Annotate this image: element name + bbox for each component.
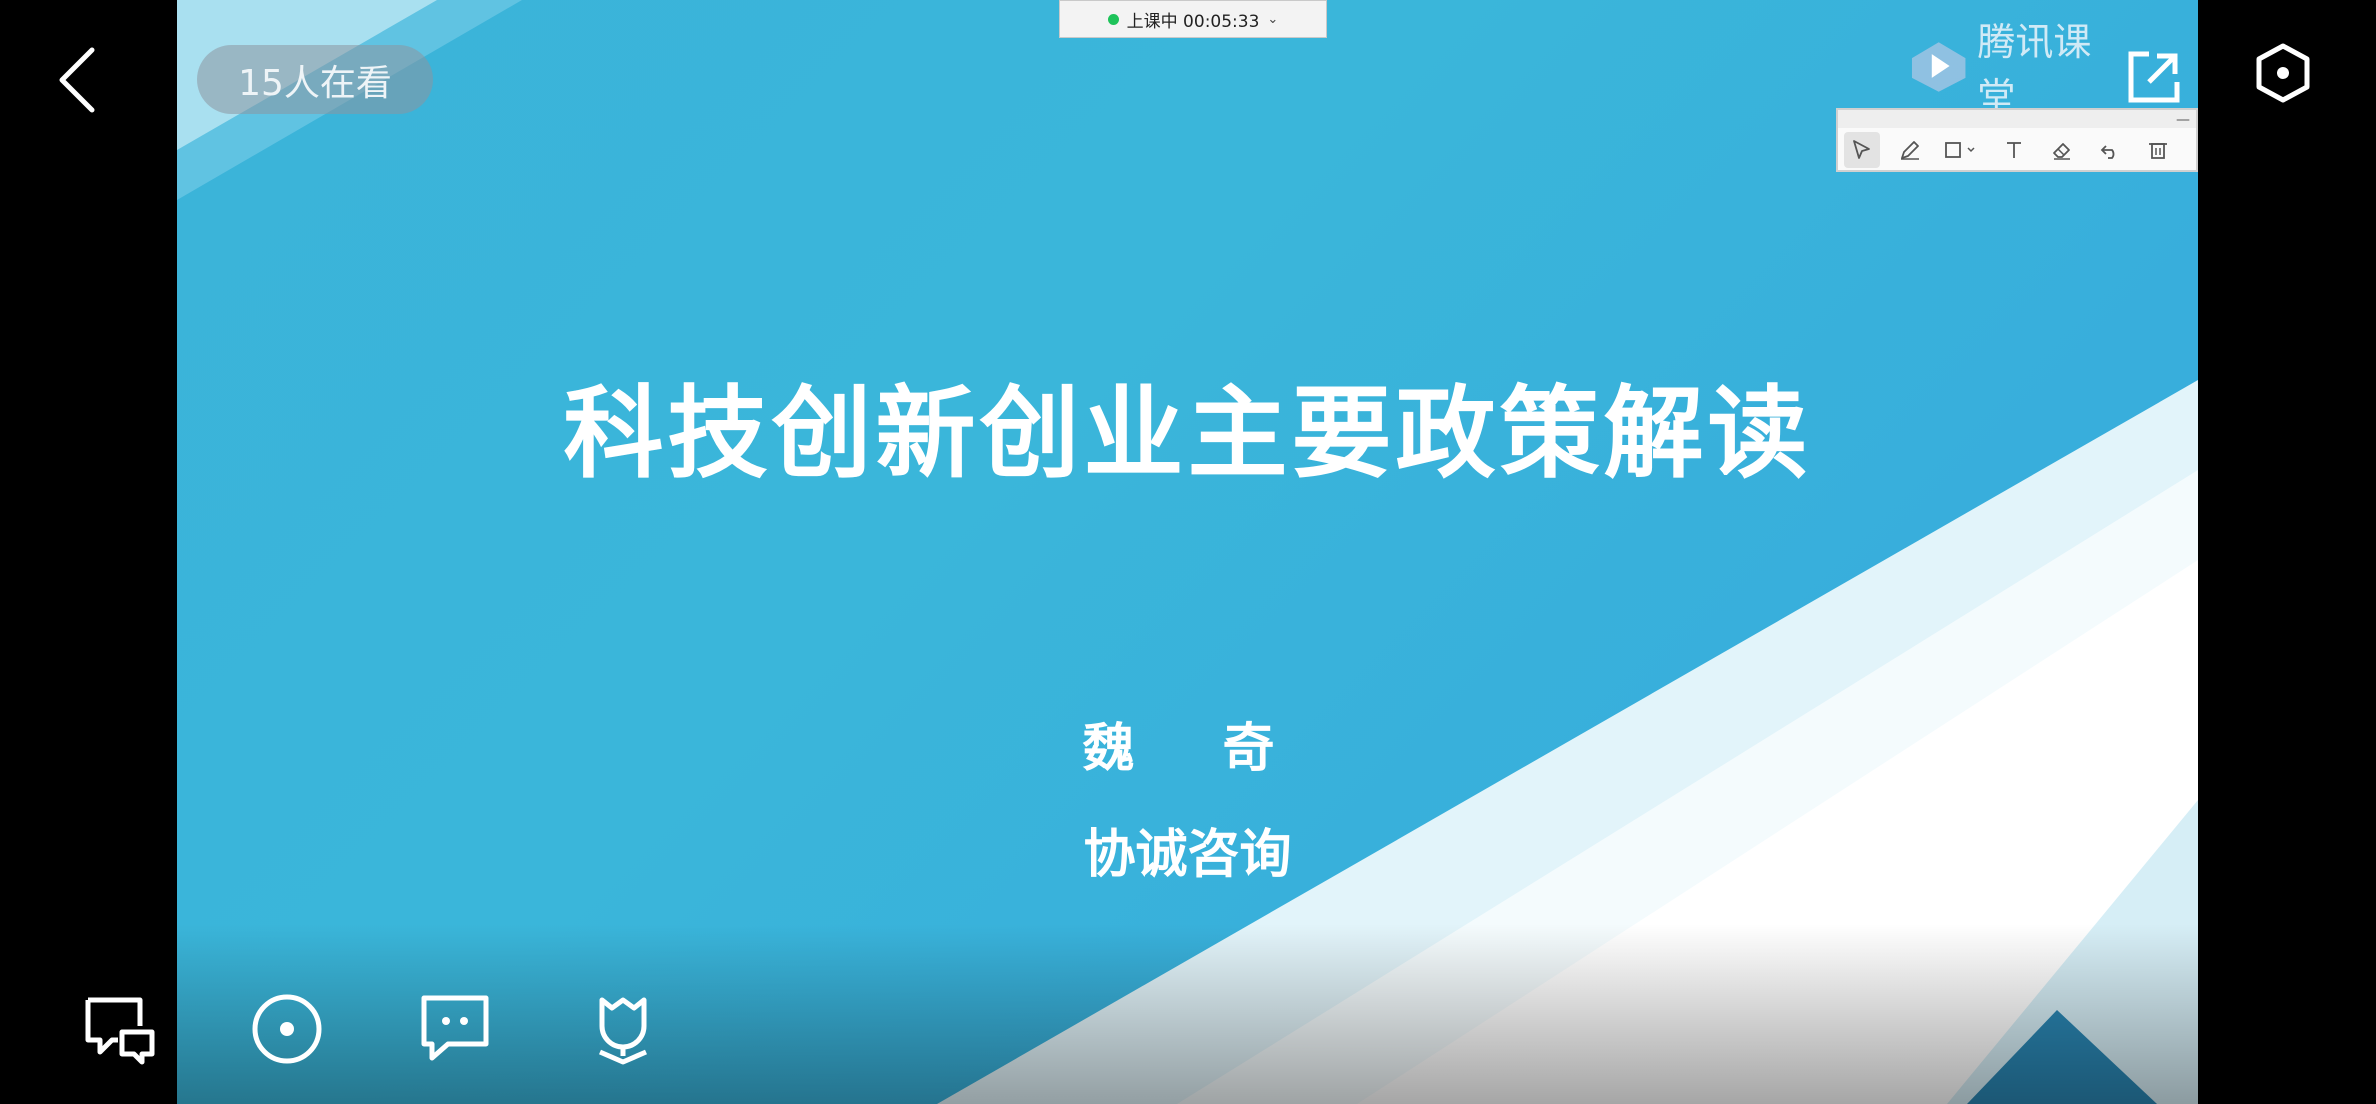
- shape-tool[interactable]: [1940, 132, 1984, 168]
- brand-name: 腾讯课堂: [1977, 20, 2092, 119]
- text-tool[interactable]: [1996, 132, 2032, 168]
- organization-name: 协诚咨询: [1083, 825, 1292, 885]
- hexagon-settings-icon: [2256, 43, 2310, 103]
- select-tool[interactable]: [1844, 132, 1880, 168]
- danmaku-icon: [85, 997, 155, 1065]
- class-status-bar[interactable]: 上课中 00:05:33 ⌄: [1059, 0, 1327, 38]
- danmaku-toggle-button[interactable]: [82, 992, 156, 1066]
- undo-tool[interactable]: [2092, 132, 2128, 168]
- viewer-count-badge: 15人在看: [197, 45, 433, 114]
- left-letterbox: [0, 0, 177, 1104]
- play-logo-icon: [1911, 42, 1966, 92]
- external-link-icon: [2128, 51, 2180, 103]
- minimize-icon[interactable]: —: [2176, 112, 2190, 128]
- pen-tool[interactable]: [1892, 132, 1928, 168]
- chevron-down-icon: ⌄: [1267, 11, 1279, 27]
- cursor-icon: [1853, 140, 1870, 159]
- viewer-count-text: 15人在看: [238, 62, 392, 104]
- eraser-tool[interactable]: [2044, 132, 2080, 168]
- class-status-text: 上课中 00:05:33: [1126, 11, 1260, 32]
- right-letterbox: [2198, 0, 2376, 1104]
- rectangle-icon: [1945, 142, 1975, 158]
- flower-icon: [599, 997, 647, 1065]
- undo-icon: [2100, 145, 2115, 159]
- chat-icon: [421, 995, 489, 1061]
- popout-button[interactable]: [2125, 48, 2183, 106]
- annotation-toolbar: —: [1836, 108, 2198, 172]
- chevron-left-icon: [59, 47, 95, 113]
- record-icon: [252, 994, 322, 1064]
- text-icon: [2007, 142, 2021, 158]
- live-dot-icon: [1107, 13, 1119, 25]
- settings-button[interactable]: [2252, 42, 2314, 104]
- presenter-name: 魏 奇: [1082, 719, 1293, 779]
- delete-tool[interactable]: [2140, 132, 2176, 168]
- back-button[interactable]: [52, 44, 112, 114]
- pen-icon: [1901, 141, 1919, 160]
- toolbar-drag-bar[interactable]: [1838, 110, 2196, 128]
- slide-title: 科技创新创业主要政策解读: [563, 375, 1812, 492]
- brand-logo: 腾讯课堂: [1908, 20, 2128, 119]
- chat-button[interactable]: [418, 992, 492, 1066]
- trash-icon: [2149, 143, 2167, 159]
- eraser-icon: [2053, 143, 2070, 160]
- record-button[interactable]: [250, 992, 324, 1066]
- flower-gift-button[interactable]: [586, 992, 660, 1066]
